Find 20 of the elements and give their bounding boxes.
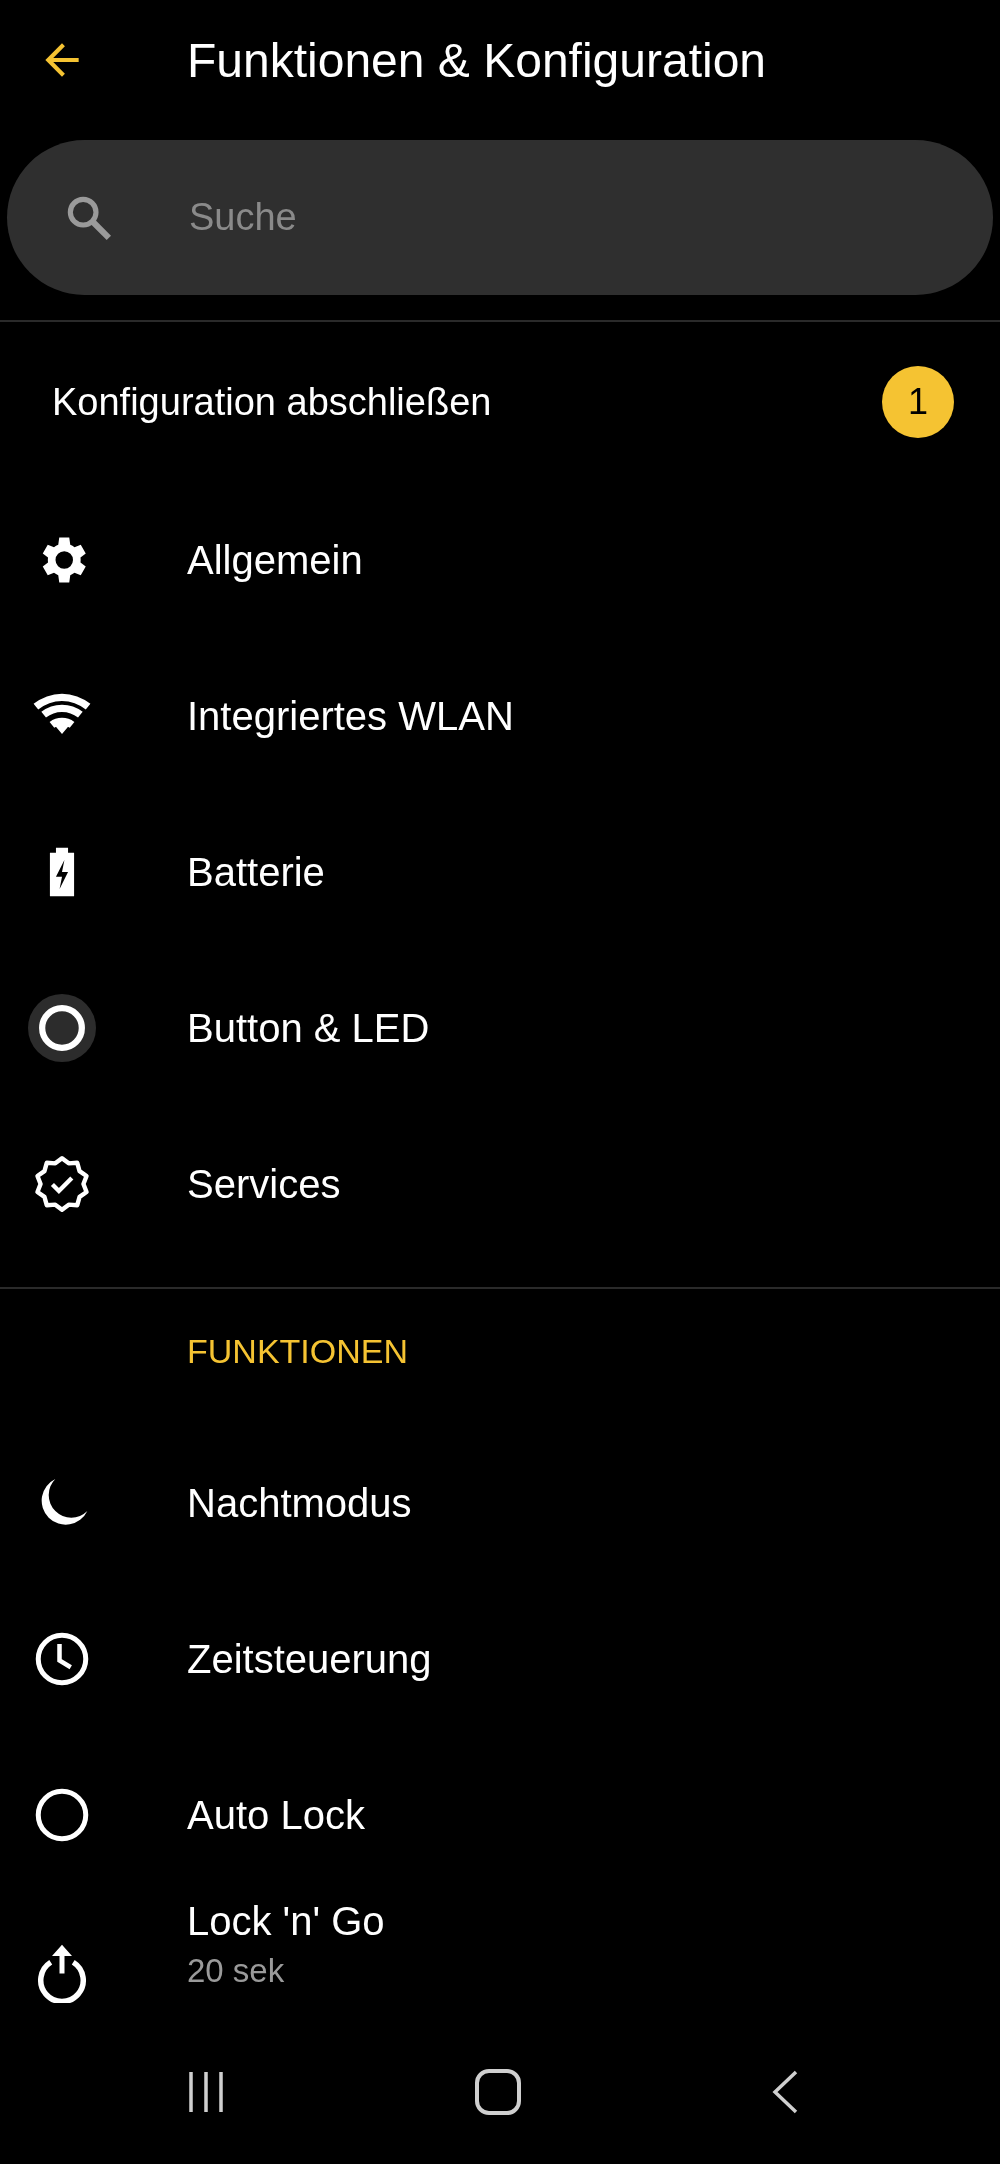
menu-item[interactable]: Batterie xyxy=(187,849,325,895)
recent-apps-icon[interactable] xyxy=(186,2070,226,2114)
item-value: 20 sek xyxy=(187,1952,286,1990)
menu-item[interactable]: Allgemein xyxy=(187,537,363,583)
setup-row[interactable]: Konfiguration abschließen 1 xyxy=(0,322,1000,482)
back-icon[interactable] xyxy=(770,2069,800,2115)
menu-item[interactable]: Nachtmodus xyxy=(187,1480,412,1526)
home-icon[interactable] xyxy=(474,2068,522,2116)
button-icon xyxy=(28,994,96,1062)
menu-item[interactable]: Integriertes WLAN xyxy=(187,693,514,739)
menu-item[interactable]: Lock 'n' Go xyxy=(187,1899,385,1944)
setup-label: Konfiguration abschließen xyxy=(52,380,492,424)
section-heading: FUNKTIONEN xyxy=(187,1331,408,1371)
search-field[interactable]: Suche xyxy=(187,195,791,240)
menu-item[interactable]: Services xyxy=(187,1161,341,1207)
menu-item[interactable]: Zeitsteuerung xyxy=(187,1636,432,1682)
menu-item[interactable]: Button & LED xyxy=(187,1005,430,1051)
screen-title: Funktionen & Konfiguration xyxy=(187,32,767,88)
menu-item[interactable]: Auto Lock xyxy=(187,1792,365,1838)
count-badge: 1 xyxy=(882,366,954,438)
